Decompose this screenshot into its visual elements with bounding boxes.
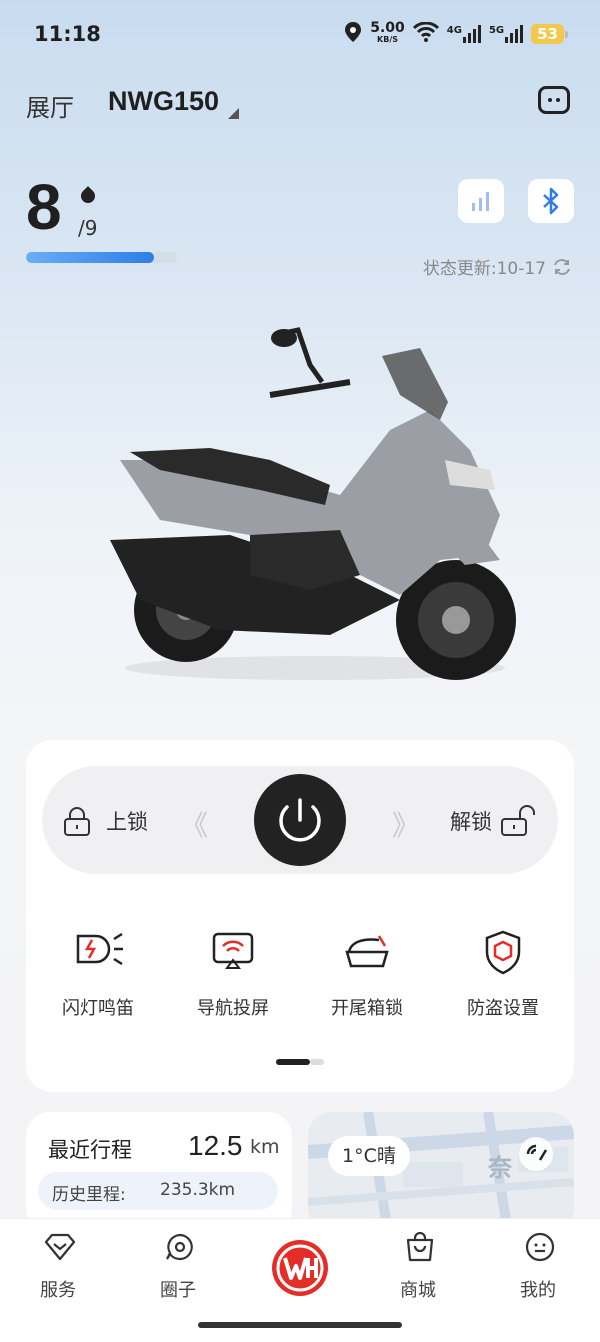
net-speed-unit: KB/S <box>377 34 398 44</box>
tab-shop[interactable] <box>380 1231 460 1266</box>
tab-circle[interactable] <box>140 1232 220 1266</box>
profile-icon <box>525 1232 555 1262</box>
chevron-left-icon: 《 <box>180 809 208 842</box>
bluetooth-icon <box>543 187 559 215</box>
caret-down-icon[interactable] <box>228 108 239 119</box>
power-button[interactable] <box>254 774 346 866</box>
message-icon[interactable] <box>538 86 570 114</box>
recent-trip-unit: km <box>250 1136 280 1158</box>
net2-label: 5G <box>488 24 505 36</box>
showroom-link[interactable]: 展厅 <box>26 88 74 123</box>
chevron-right-icon: 》 <box>392 809 420 842</box>
nav-cast-button[interactable] <box>173 928 293 976</box>
nav-cast-icon <box>212 932 254 969</box>
service-icon <box>44 1233 76 1261</box>
power-icon <box>279 798 321 842</box>
nav-cast-label[interactable]: 导航投屏 <box>173 994 293 1020</box>
tab-shop-label[interactable]: 商城 <box>378 1276 458 1302</box>
flash-horn-button[interactable] <box>38 928 158 976</box>
scooter-image <box>100 320 530 694</box>
status-time: 11:18 <box>34 22 101 46</box>
page-indicator <box>276 1059 324 1065</box>
flash-horn-label[interactable]: 闪灯鸣笛 <box>38 994 158 1020</box>
bluetooth-button[interactable] <box>528 179 574 223</box>
net-speed: 5.00 KB/S <box>370 19 405 45</box>
tab-home-logo[interactable] <box>270 1238 330 1302</box>
anti-theft-icon <box>485 930 521 975</box>
recent-trip-title: 最近行程 <box>48 1138 132 1162</box>
anti-theft-label[interactable]: 防盗设置 <box>443 994 563 1020</box>
history-mileage-value: 235.3km <box>160 1180 236 1200</box>
unlock-label[interactable]: 解锁 <box>450 806 492 836</box>
fuel-level: 8 <box>26 171 62 243</box>
trunk-lock-button[interactable] <box>307 928 427 976</box>
trunk-icon <box>345 935 389 968</box>
fuel-total: /9 <box>78 216 98 240</box>
status-icons: 5.00 KB/S 4G 5G 53 <box>344 19 568 45</box>
signal-4g: 4G <box>446 24 481 43</box>
history-mileage-label: 历史里程: <box>52 1185 126 1205</box>
refresh-icon[interactable] <box>552 257 572 277</box>
status-update-text: 状态更新:10-17 <box>422 259 546 279</box>
flash-horn-icon <box>76 932 123 966</box>
tab-service[interactable] <box>20 1232 100 1266</box>
weather-badge: 1°C晴 <box>328 1136 410 1176</box>
signal-bars-icon <box>462 24 481 43</box>
model-selector[interactable]: NWG150 <box>108 86 219 117</box>
signal-bars-icon <box>505 24 524 43</box>
shop-icon <box>406 1231 434 1262</box>
trunk-lock-label[interactable]: 开尾箱锁 <box>307 994 427 1020</box>
map-place-label: 奈 <box>488 1154 512 1182</box>
lock-label[interactable]: 上锁 <box>106 806 148 836</box>
wifi-icon <box>412 21 439 45</box>
home-indicator[interactable] <box>198 1322 402 1328</box>
net1-label: 4G <box>446 24 462 36</box>
circle-icon <box>166 1233 193 1261</box>
tab-profile-label[interactable]: 我的 <box>498 1276 578 1302</box>
page-dot-active <box>276 1059 310 1065</box>
fuel-progress-bar <box>26 252 177 263</box>
signal-strength-button[interactable] <box>458 179 504 223</box>
recent-trip-value: 12.5 <box>188 1130 243 1161</box>
tab-profile[interactable] <box>500 1232 580 1266</box>
tab-circle-label[interactable]: 圈子 <box>138 1276 218 1302</box>
signal-5g: 5G <box>488 24 524 43</box>
lock-icon[interactable] <box>62 806 92 836</box>
status-update[interactable]: 状态更新:10-17 <box>423 254 572 279</box>
unlock-icon[interactable] <box>500 804 536 836</box>
tab-service-label[interactable]: 服务 <box>18 1276 98 1302</box>
anti-theft-button[interactable] <box>443 928 563 980</box>
fuel-drop-icon <box>78 186 98 206</box>
signal-strength-icon <box>472 192 489 211</box>
locate-icon[interactable] <box>518 1136 554 1172</box>
brand-logo-icon <box>272 1240 328 1296</box>
net-speed-value: 5.00 <box>370 19 405 36</box>
battery-indicator: 53 <box>531 23 568 44</box>
fuel-progress-fill <box>26 252 155 263</box>
history-mileage[interactable]: 历史里程: 235.3km <box>38 1172 278 1210</box>
page-dot <box>310 1059 324 1065</box>
location-icon <box>344 22 362 45</box>
